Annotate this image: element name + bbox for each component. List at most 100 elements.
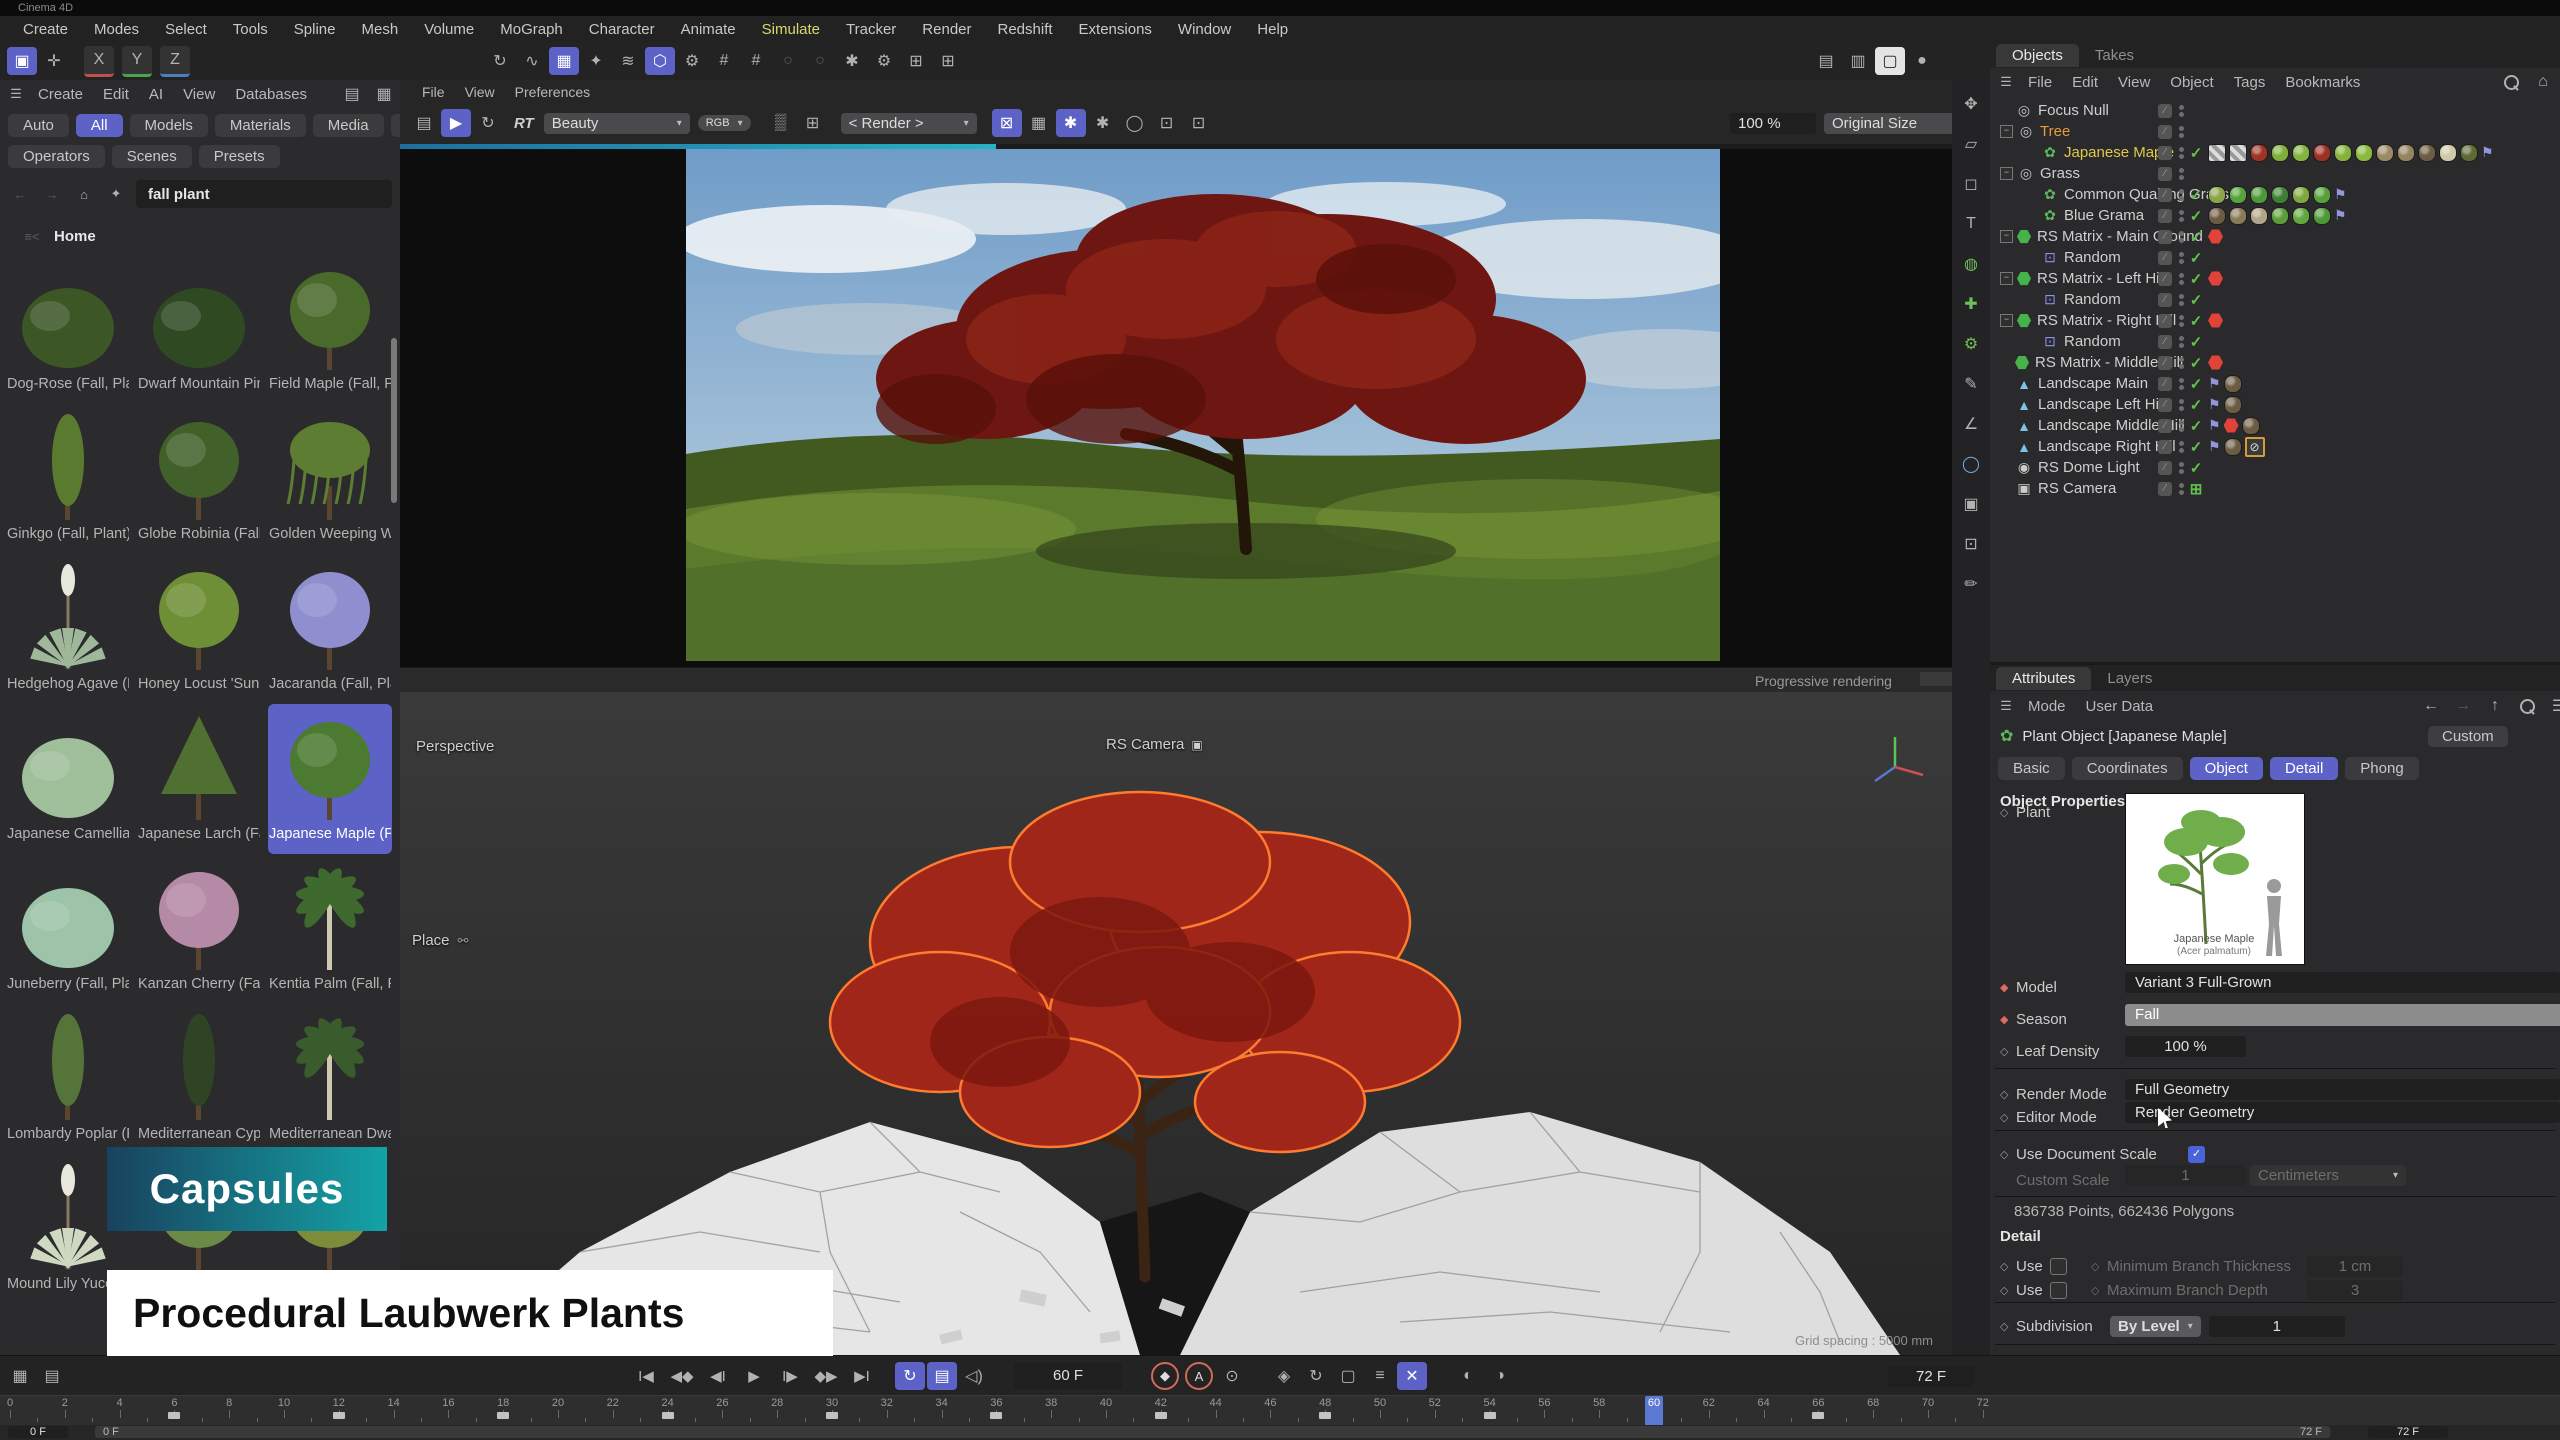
timeline-playhead[interactable]: 60 bbox=[1645, 1396, 1663, 1426]
search-icon[interactable] bbox=[2496, 68, 2526, 96]
model-dropdown[interactable]: Variant 3 Full-Grown bbox=[2125, 972, 2560, 993]
visibility-dots[interactable] bbox=[2179, 378, 2184, 390]
visibility-dots[interactable] bbox=[2179, 168, 2184, 180]
add-object-icon[interactable]: ✚ bbox=[1956, 290, 1986, 318]
keyframe-selection-icon[interactable]: ⊙ bbox=[1217, 1362, 1247, 1390]
expander-icon[interactable]: − bbox=[2000, 230, 2013, 243]
editor-mode-dropdown[interactable]: Render Geometry bbox=[2125, 1102, 2560, 1123]
material-tag[interactable] bbox=[2224, 396, 2242, 414]
camera-target-icon[interactable]: ⊞ bbox=[2187, 480, 2205, 498]
goto-end-icon[interactable]: ▶I bbox=[845, 1361, 879, 1391]
annotation-tag-icon[interactable]: ⚑ bbox=[2208, 375, 2221, 392]
layer-chip[interactable]: ∕ bbox=[2158, 377, 2172, 391]
layer-chip[interactable]: ∕ bbox=[2158, 209, 2172, 223]
om-tab-objects[interactable]: Objects bbox=[1996, 44, 2079, 67]
snap-grid-icon[interactable]: # bbox=[709, 47, 739, 75]
menu-select[interactable]: Select bbox=[152, 19, 220, 40]
material-tag[interactable] bbox=[2224, 438, 2242, 456]
favorite-icon[interactable]: ✦ bbox=[105, 184, 127, 204]
asset-item-dog-rose[interactable]: Dog-Rose (Fall, Plant) bbox=[6, 254, 130, 404]
material-tag[interactable] bbox=[2460, 144, 2478, 162]
material-tag[interactable] bbox=[2334, 144, 2352, 162]
enabled-check-icon[interactable]: ✓ bbox=[2187, 312, 2205, 330]
keyframe-marker[interactable] bbox=[1319, 1412, 1331, 1419]
object-label[interactable]: Random bbox=[2064, 291, 2121, 308]
refresh-icon[interactable]: ↻ bbox=[485, 47, 515, 75]
layer-chip[interactable]: ∕ bbox=[2158, 461, 2172, 475]
om-burger-icon[interactable]: ☰ bbox=[1995, 72, 2017, 92]
timeline-ruler[interactable]: 0246810121416182022242628303234363840424… bbox=[0, 1395, 2560, 1426]
lock-render-icon[interactable]: ⊠ bbox=[992, 109, 1022, 137]
asset-search[interactable] bbox=[136, 180, 392, 208]
forward-arrow-icon[interactable]: → bbox=[2448, 692, 2478, 720]
axis-x-button[interactable]: X bbox=[84, 46, 114, 77]
leaf-density-field[interactable]: 100 % bbox=[2125, 1036, 2246, 1057]
magnet-icon[interactable]: ◯ bbox=[1956, 450, 1986, 478]
snapshot-g-icon[interactable]: ✱ bbox=[1088, 109, 1118, 137]
focus-a-icon[interactable]: ⊡ bbox=[1152, 109, 1182, 137]
visibility-dots[interactable] bbox=[2179, 126, 2184, 138]
object-label[interactable]: Landscape Main bbox=[2038, 375, 2148, 392]
annotation-tag-icon[interactable]: ⚑ bbox=[2208, 438, 2221, 455]
object-row-focus-null[interactable]: ◎Focus Null∕ bbox=[1990, 100, 2560, 121]
material-tag[interactable] bbox=[2229, 207, 2247, 225]
key-pla-icon[interactable]: ✕ bbox=[1397, 1362, 1427, 1390]
layout-grid-icon[interactable]: ▦ bbox=[5, 1362, 35, 1390]
focus-b-icon[interactable]: ⊡ bbox=[1184, 109, 1214, 137]
enabled-check-icon[interactable]: ✓ bbox=[2187, 459, 2205, 477]
axis-z-button[interactable]: Z bbox=[160, 46, 190, 77]
snapshot-icon[interactable]: ✱ bbox=[1056, 109, 1086, 137]
crop-icon[interactable]: ⊞ bbox=[798, 109, 828, 137]
axis-lock-2-icon[interactable]: ○ bbox=[805, 47, 835, 75]
keyframe-marker[interactable] bbox=[662, 1412, 674, 1419]
live-selection-icon[interactable]: ▣ bbox=[7, 47, 37, 75]
menu-modes[interactable]: Modes bbox=[81, 19, 152, 40]
sound-icon[interactable]: ◁) bbox=[959, 1362, 989, 1390]
attr-chip-detail[interactable]: Detail bbox=[2270, 757, 2338, 780]
object-label[interactable]: RS Matrix - Right Hill bbox=[2037, 312, 2176, 329]
object-label[interactable]: RS Matrix - Left Hill bbox=[2037, 270, 2166, 287]
disabled-tag-icon[interactable]: ⊘ bbox=[2245, 437, 2265, 457]
keyframe-marker[interactable] bbox=[1812, 1412, 1824, 1419]
object-label[interactable]: Tree bbox=[2040, 123, 2070, 140]
asset-item-field-maple[interactable]: Field Maple (Fall, Plant) bbox=[268, 254, 392, 404]
asset-menu-create[interactable]: Create bbox=[28, 84, 93, 105]
material-tag[interactable] bbox=[2271, 144, 2289, 162]
material-tag[interactable] bbox=[2292, 186, 2310, 204]
visibility-dots[interactable] bbox=[2179, 210, 2184, 222]
material-tag[interactable] bbox=[2250, 186, 2268, 204]
layer-chip[interactable]: ∕ bbox=[2158, 104, 2172, 118]
object-label[interactable]: Random bbox=[2064, 333, 2121, 350]
object-label[interactable]: Blue Grama bbox=[2064, 207, 2144, 224]
film-icon[interactable]: ▤ bbox=[409, 109, 439, 137]
menu-mograph[interactable]: MoGraph bbox=[487, 19, 576, 40]
filter-scenes[interactable]: Scenes bbox=[112, 145, 192, 168]
interface-layout-icon[interactable]: ▢ bbox=[1875, 47, 1905, 75]
annotation-tag-icon[interactable]: ⚑ bbox=[2334, 186, 2347, 203]
om-menu-edit[interactable]: Edit bbox=[2062, 72, 2108, 93]
object-label[interactable]: Landscape Left Hill bbox=[2038, 396, 2166, 413]
asset-item-honey-locust-sunbur[interactable]: Honey Locust 'Sunbur... bbox=[137, 554, 261, 704]
material-tag[interactable] bbox=[2292, 144, 2310, 162]
asset-search-input[interactable] bbox=[146, 185, 382, 204]
forward-arrow-icon[interactable]: → bbox=[41, 184, 63, 204]
play-icon[interactable]: ▶ bbox=[737, 1361, 771, 1391]
timeline-end-field[interactable]: 72 F bbox=[2368, 1426, 2448, 1438]
collapse-icon[interactable]: ≡< bbox=[21, 226, 43, 246]
asset-item-dwarf-mountain-pine[interactable]: Dwarf Mountain Pine (... bbox=[137, 254, 261, 404]
plane-tool-icon[interactable]: ▱ bbox=[1956, 130, 1986, 158]
redshift-tag-icon[interactable] bbox=[2224, 418, 2239, 433]
render-mode-dropdown[interactable]: Full Geometry bbox=[2125, 1079, 2560, 1100]
layer-chip[interactable]: ∕ bbox=[2158, 167, 2172, 181]
measure-icon[interactable]: ∠ bbox=[1956, 410, 1986, 438]
visibility-dots[interactable] bbox=[2179, 399, 2184, 411]
subdivision-mode-dropdown[interactable]: By Level▾ bbox=[2110, 1316, 2201, 1337]
asset-menu-databases[interactable]: Databases bbox=[225, 84, 317, 105]
gear-icon[interactable]: ⚙ bbox=[869, 47, 899, 75]
workplane-icon[interactable]: ⊞ bbox=[901, 47, 931, 75]
subdivision-field[interactable]: 1 bbox=[2209, 1316, 2345, 1337]
object-row-random[interactable]: ⊡Random∕✓ bbox=[1990, 331, 2560, 352]
prev-frame-icon[interactable]: ◀I bbox=[701, 1361, 735, 1391]
asset-item-globe-robinia[interactable]: Globe Robinia (Fall, Pl... bbox=[137, 404, 261, 554]
object-row-tree[interactable]: −◎Tree∕ bbox=[1990, 121, 2560, 142]
